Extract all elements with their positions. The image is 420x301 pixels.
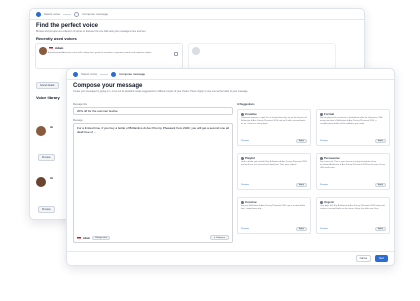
suggestion-title: Urgent (324, 200, 334, 204)
preview-button[interactable]: Preview (241, 184, 249, 186)
preview-button[interactable]: Preview (241, 140, 249, 142)
suggestion-title: Playful (245, 156, 255, 160)
preview-button[interactable]: Preview (320, 140, 328, 142)
back-stepper: Select voice Compose message (30, 9, 364, 20)
library-preview-button[interactable]: Preview (38, 154, 55, 161)
message-title-input[interactable]: 20% off for the summer festive (73, 107, 233, 115)
step-check-icon (73, 71, 78, 77)
voice-description: A professional American voice with a dee… (48, 52, 152, 54)
compose-footer: Cancel Next (67, 251, 394, 265)
avatar (36, 177, 46, 187)
suggestion-card-playful[interactable]: Playful Grab a bottle, get a bottle! Buy… (237, 153, 311, 190)
suggestions-heading: AI Suggestions (237, 103, 255, 106)
library-voice-1[interactable]: Ai (36, 122, 66, 150)
apply-button[interactable]: Apply (374, 227, 386, 231)
cancel-button[interactable]: Cancel (355, 255, 372, 262)
suggestion-card-urgent[interactable]: Urgent Only days left! Buy Brillantino d… (316, 197, 390, 234)
step-connector (63, 13, 72, 15)
library-voice-name: Ai (50, 176, 53, 180)
voice-name: Adam (55, 46, 64, 50)
message-form: Message title 20% off for the summer fes… (73, 103, 233, 243)
recent-voices-row: Adam A professional American voice with … (30, 41, 364, 71)
alarm-icon (320, 200, 323, 204)
step-circle-icon (74, 11, 80, 17)
suggestion-title: Persuasive (324, 156, 340, 160)
front-step-1[interactable]: Select voice (81, 72, 97, 76)
front-step-2[interactable]: Compose message (119, 72, 145, 76)
voice-card-second[interactable] (188, 43, 336, 69)
suggestion-title: Creative (245, 112, 257, 116)
voice-card-adam[interactable]: Adam A professional American voice with … (35, 43, 183, 69)
suggestion-text: Don't miss out. This is your chance to e… (320, 161, 386, 169)
back-page-subtitle: Browse and preview our collection of voi… (36, 30, 147, 33)
suggestion-card-concise[interactable]: Concise Buy one Brillantino di Aux Prenn… (237, 197, 311, 234)
back-page-title: Find the perfect voice (36, 23, 99, 29)
step-check-icon (36, 11, 41, 17)
suggestion-title: Concise (245, 200, 257, 204)
suggestion-title: Formal (324, 112, 335, 116)
suggestion-text: Grab a bottle, get a bottle! Buy Brillan… (241, 161, 307, 166)
change-voice-button[interactable]: Change voice (91, 236, 111, 240)
select-checkbox[interactable] (174, 52, 178, 56)
briefcase-icon (320, 112, 323, 116)
flag-icon (49, 46, 53, 50)
enhance-label: Enhance (216, 237, 225, 239)
apply-button[interactable]: Apply (295, 139, 307, 143)
editor-voice-chip: Adam Change voice (77, 236, 111, 240)
suggestion-text: Only days left! Buy Brillantino di Aux P… (320, 205, 385, 210)
back-step-1[interactable]: Select voice (44, 12, 60, 16)
smile-icon (241, 156, 244, 160)
suggestion-card-creative[interactable]: Creative Celebrate summer in style! For … (237, 109, 311, 146)
back-step-2[interactable]: Compose message (82, 12, 108, 16)
compose-subtitle: Create your message by typing it in, or … (73, 90, 249, 93)
ai-suggestions-panel: AI Suggestions Creative Celebrate summer… (237, 103, 391, 245)
apply-button[interactable]: Apply (295, 227, 307, 231)
front-stepper: Select voice Compose message (67, 69, 394, 80)
compose-title: Compose your message (73, 83, 143, 89)
avatar (36, 126, 46, 136)
scissors-icon (241, 200, 244, 204)
suggestion-card-formal[interactable]: Formal We are pleased to announce a limi… (316, 109, 390, 146)
sound-details-button[interactable]: Sound details (36, 82, 59, 89)
message-body-editor[interactable]: For a limited time, if you buy a bottle … (73, 123, 233, 243)
apply-button[interactable]: Apply (374, 183, 386, 187)
flag-icon (77, 236, 81, 240)
library-preview-button[interactable]: Preview (38, 206, 55, 213)
preview-button[interactable]: Preview (320, 228, 328, 230)
enhance-button[interactable]: ✦ Enhance (209, 235, 229, 240)
suggestion-text: Celebrate summer in style! For a limited… (241, 117, 307, 125)
next-button[interactable]: Next (375, 255, 388, 262)
step-connector (100, 73, 109, 75)
bulb-icon (241, 112, 244, 116)
editor-voice-name: Adam (83, 236, 90, 240)
suggestion-text: We are pleased to announce a limited-tim… (320, 117, 383, 125)
message-body-text: For a limited time, if you buy a bottle … (77, 126, 229, 134)
compose-message-window: Select voice Compose message Compose you… (66, 68, 395, 266)
step-current-icon (111, 71, 117, 77)
preview-button[interactable]: Preview (320, 184, 328, 186)
library-voice-name: Ai (50, 125, 53, 129)
library-voice-2[interactable]: Ai (36, 173, 66, 201)
apply-button[interactable]: Apply (374, 139, 386, 143)
suggestion-text: Buy one Brillantino di Aux Prenny Pheasa… (241, 205, 306, 210)
preview-button[interactable]: Preview (241, 228, 249, 230)
avatar (192, 47, 200, 55)
message-body-label: Message (73, 119, 83, 122)
apply-button[interactable]: Apply (295, 183, 307, 187)
suggestion-card-persuasive[interactable]: Persuasive Don't miss out. This is your … (316, 153, 390, 190)
message-title-label: Message title (73, 103, 88, 106)
megaphone-icon (320, 156, 323, 160)
avatar (39, 47, 47, 55)
